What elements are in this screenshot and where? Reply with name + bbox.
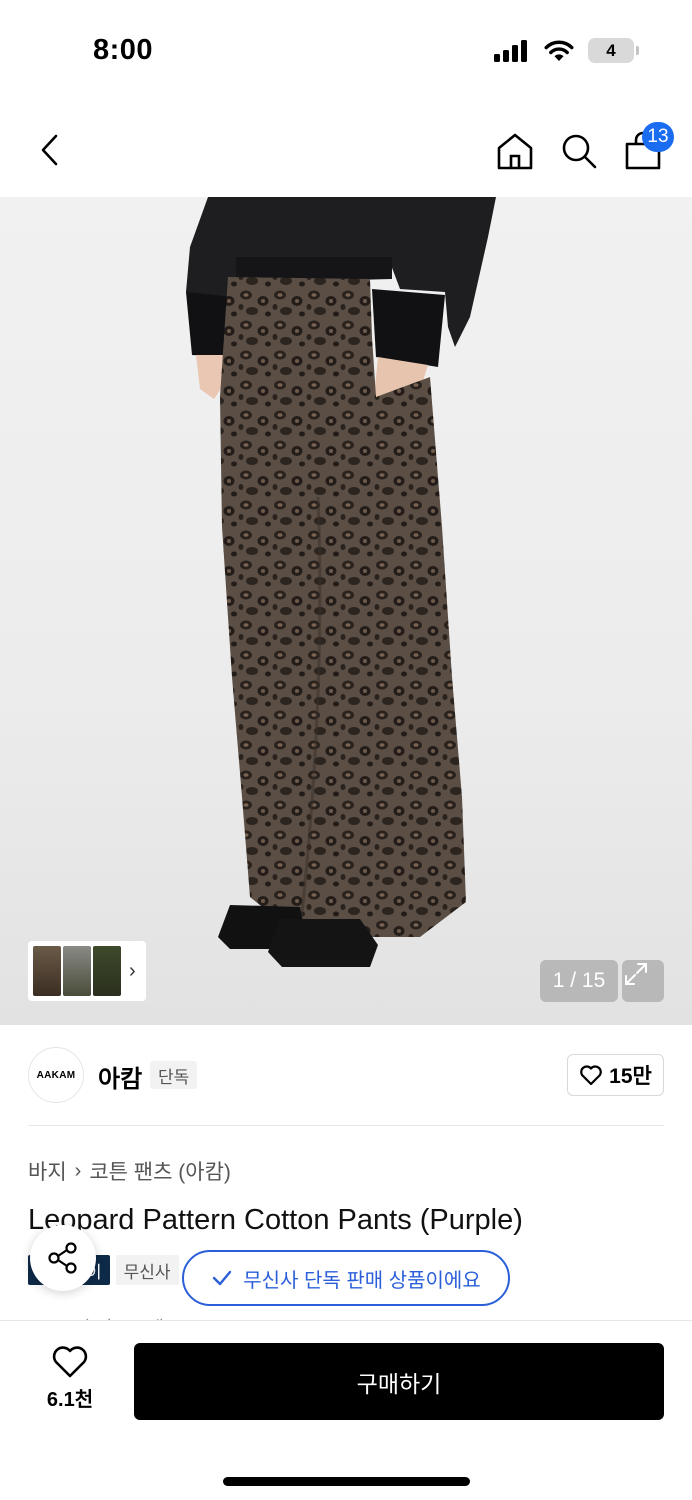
- status-icons: 4: [494, 38, 639, 63]
- product-tag: 무신사: [115, 1255, 179, 1285]
- cart-count-badge: 13: [642, 122, 674, 152]
- bottom-action-bar: 6.1천 구매하기: [0, 1320, 692, 1500]
- exclusive-tag: 단독: [150, 1061, 198, 1089]
- wishlist-button[interactable]: 6.1천: [30, 1345, 110, 1417]
- chevron-right-icon: ›: [74, 1159, 82, 1182]
- toast-message: 무신사 단독 판매 상품이에요: [243, 1269, 481, 1292]
- cellular-signal-icon: [494, 39, 527, 62]
- brand-name[interactable]: 아캄: [98, 1059, 142, 1094]
- divider: [28, 1125, 664, 1126]
- cart-button[interactable]: 13: [620, 122, 674, 174]
- heart-icon: [580, 1065, 602, 1086]
- top-nav-bar: 13: [0, 110, 692, 194]
- thumbnail-image[interactable]: [63, 946, 91, 996]
- image-counter: 1 / 15: [540, 960, 618, 1002]
- breadcrumb: 바지 › 코튼 팬츠 (아캄): [28, 1156, 231, 1186]
- thumbnail-image[interactable]: [33, 946, 61, 996]
- product-tag-label: 무신사: [123, 1262, 171, 1282]
- thumbnail-strip[interactable]: ›: [28, 941, 146, 1001]
- heart-icon: [52, 1346, 88, 1378]
- home-indicator: [223, 1477, 470, 1486]
- checkmark-icon: [213, 1270, 232, 1286]
- brand-logo[interactable]: AAKAM: [28, 1047, 84, 1103]
- product-photo: [186, 197, 496, 967]
- search-icon: [562, 134, 597, 169]
- home-icon: [497, 133, 533, 170]
- wishlist-count: 6.1천: [46, 1389, 94, 1411]
- chevron-left-icon: [41, 134, 58, 166]
- chevron-right-icon: ›: [129, 959, 136, 982]
- home-button[interactable]: [492, 128, 538, 174]
- thumbnail-image[interactable]: [93, 946, 121, 996]
- breadcrumb-subcategory[interactable]: 코튼 팬츠 (아캄): [89, 1156, 231, 1186]
- share-button[interactable]: [30, 1225, 96, 1291]
- battery-indicator: 4: [588, 38, 639, 63]
- wifi-icon: [544, 40, 574, 61]
- breadcrumb-category[interactable]: 바지: [28, 1156, 67, 1186]
- status-bar: 8:00 4: [0, 0, 692, 100]
- battery-level: 4: [606, 40, 616, 60]
- buy-button[interactable]: 구매하기: [134, 1343, 664, 1420]
- expand-icon: [625, 963, 647, 985]
- nav-actions: 13: [492, 122, 674, 174]
- share-icon: [48, 1242, 77, 1274]
- brand-row: AAKAM 아캄 단독 15만: [28, 1045, 664, 1105]
- product-image-gallery[interactable]: › 1 / 15: [0, 197, 692, 1025]
- search-button[interactable]: [556, 128, 602, 174]
- back-button[interactable]: [28, 128, 72, 172]
- brand-like-count: 15만: [609, 1065, 652, 1088]
- brand-like-button[interactable]: 15만: [567, 1054, 664, 1096]
- exclusive-toast: 무신사 단독 판매 상품이에요: [182, 1250, 510, 1306]
- product-title: Leopard Pattern Cotton Pants (Purple): [28, 1204, 523, 1236]
- expand-button[interactable]: [622, 960, 664, 1002]
- status-time: 8:00: [93, 34, 154, 66]
